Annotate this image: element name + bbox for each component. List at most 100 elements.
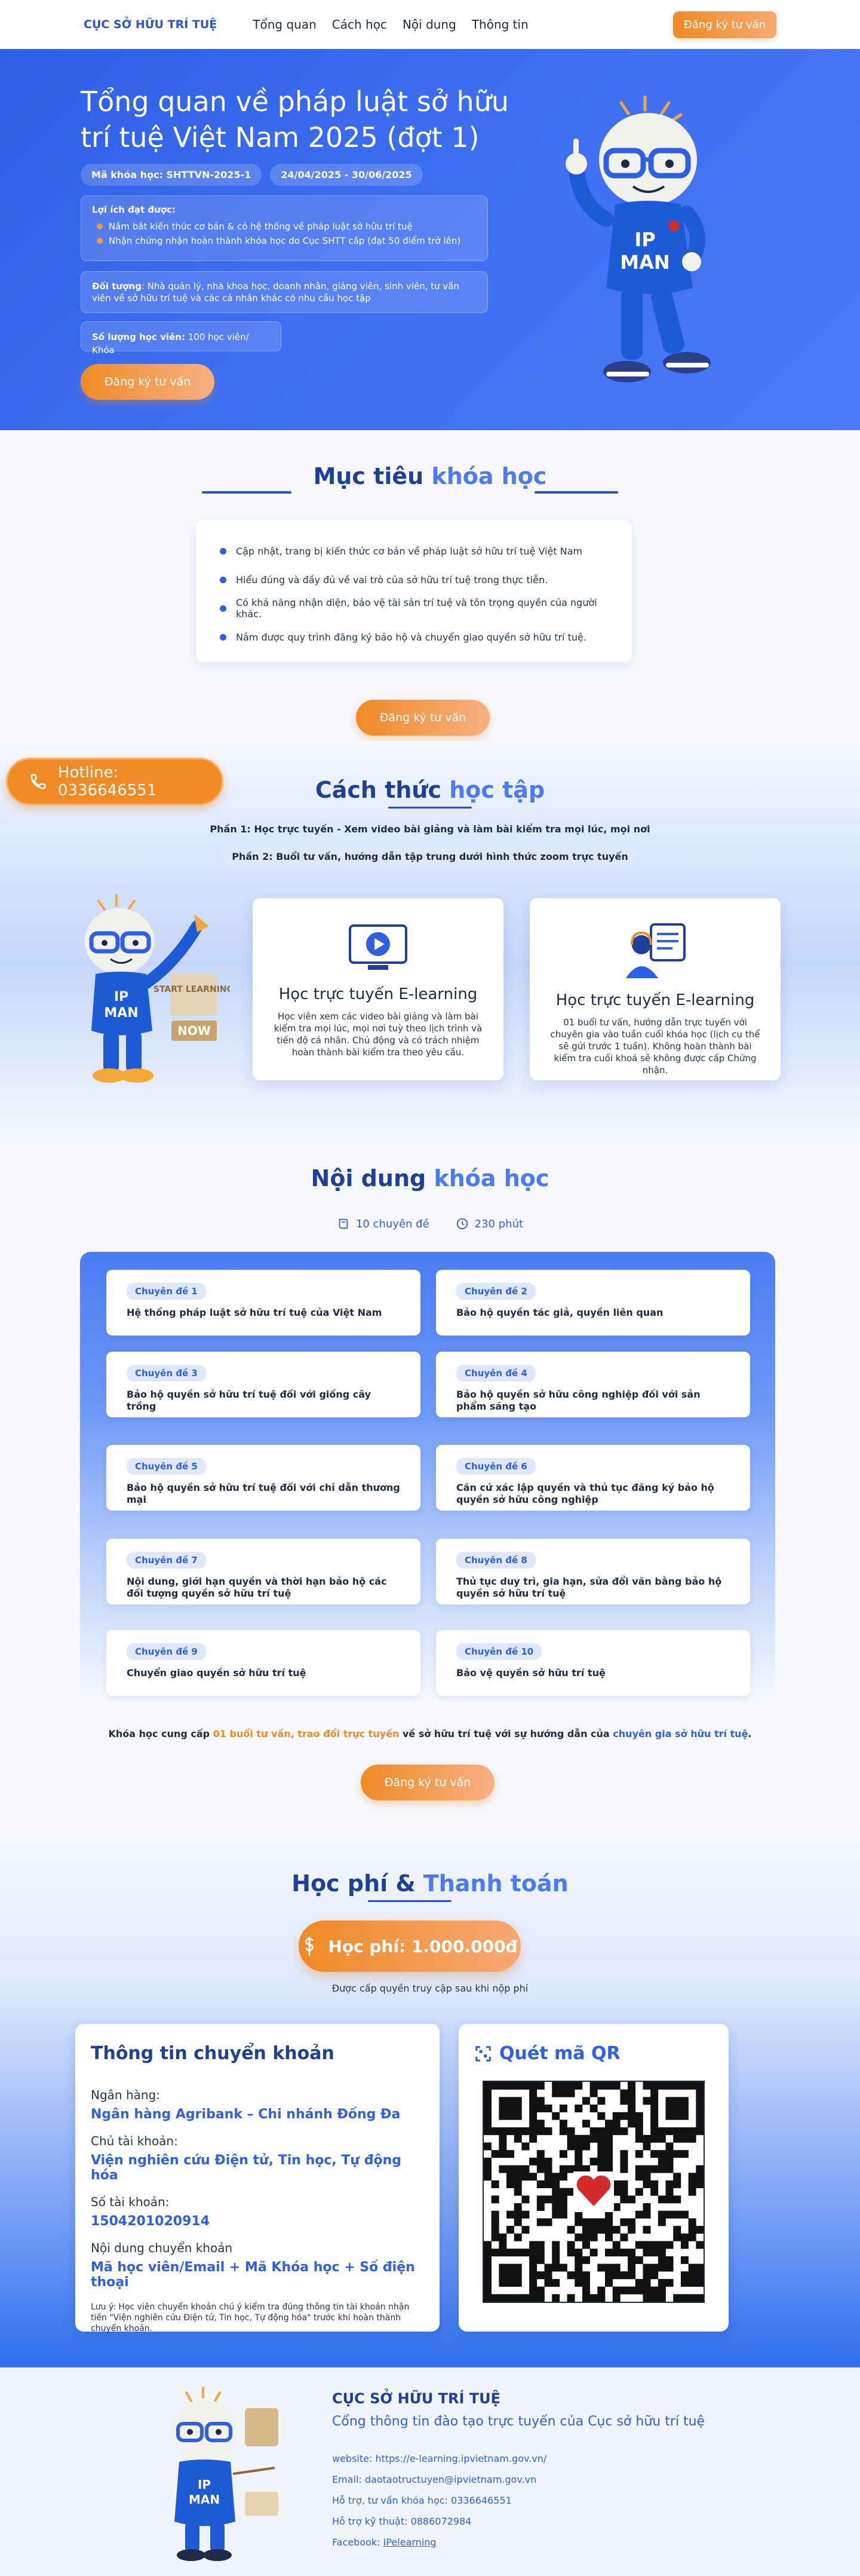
price-badge: Học phí: 1.000.000đ — [299, 1920, 521, 1972]
top-header: CỤC SỞ HỮU TRÍ TUỆ Tổng quan Cách học Nộ… — [0, 0, 860, 49]
start-learning-mascot: IP MAN START LEARNING NOW — [85, 894, 230, 1083]
goals-title: Mục tiêu khóa học — [313, 463, 547, 489]
phase-2-badge: Phần 2: Buổi tư vấn, hướng dẫn tập trung… — [0, 847, 860, 866]
hero-section: Tổng quan về pháp luật sở hữu trí tuệ Vi… — [0, 49, 860, 430]
topic-card[interactable]: Chuyên đề 5 Bảo hộ quyền sở hữu trí tuệ đ… — [106, 1445, 420, 1511]
goal-item: Nắm được quy trình đăng ký bảo hộ và chu… — [220, 623, 608, 651]
learning-card-title: Học trực tuyến E-learning — [555, 991, 755, 1009]
account-owner: Viện nghiên cứu Điện tử, Tin học, Tự độn… — [91, 2153, 402, 2183]
bullet-icon — [220, 605, 226, 612]
footer-support-phone[interactable]: Hỗ trợ, tư vấn khóa học: 0336646551 — [332, 2495, 512, 2506]
qr-card: Quét mã QR — [459, 2024, 729, 2332]
benefit-item: Nhận chứng nhận hoàn thành khóa học do C… — [97, 235, 477, 246]
goal-item: Cập nhật, trang bị kiến thức cơ bản về p… — [220, 537, 608, 565]
svg-text:NOW: NOW — [177, 1024, 211, 1038]
svg-text:IP: IP — [634, 228, 655, 251]
learning-card-text: 01 buổi tư vấn, hướng dẫn trực tuyến với… — [550, 1017, 760, 1076]
video-player-icon — [349, 924, 407, 970]
course-dates-chip: 24/04/2025 - 30/06/2025 — [270, 164, 423, 186]
learning-card-consult: Học trực tuyến E-learning 01 buổi tư vấn… — [530, 898, 781, 1080]
ipman-mascot-illustration: IP MAN — [566, 95, 711, 382]
nav-info[interactable]: Thông tin — [472, 17, 529, 32]
footer-subtitle: Cổng thông tin đào tạo trực tuyến của Cụ… — [332, 2414, 705, 2429]
content-title: Nội dung khóa học — [311, 1165, 549, 1191]
clock-icon — [456, 1218, 468, 1230]
nav-learning[interactable]: Cách học — [332, 17, 387, 32]
svg-text:START LEARNING: START LEARNING — [153, 985, 230, 994]
book-icon — [339, 1218, 348, 1229]
svg-text:IP: IP — [198, 2477, 211, 2492]
nav-overview[interactable]: Tổng quan — [253, 17, 316, 32]
nav-content[interactable]: Nội dung — [403, 17, 456, 32]
site-logo[interactable]: CỤC SỞ HỮU TRÍ TUỆ — [84, 18, 217, 31]
benefits-box: Lợi ích đạt được: Nắm bắt kiến thức cơ b… — [81, 195, 488, 261]
qr-card-title: Quét mã QR — [474, 2043, 713, 2064]
topic-card[interactable]: Chuyên đề 9 Chuyển giao quyền sở hữu trí … — [106, 1630, 420, 1696]
topic-card[interactable]: Chuyên đề 6 Căn cứ xác lập quyền và thủ t… — [436, 1445, 750, 1511]
account-number[interactable]: 1504201020914 — [91, 2214, 424, 2229]
bullet-icon — [220, 633, 226, 641]
goal-item: Hiểu đúng và đầy đủ về vai trò của sở hữ… — [220, 565, 608, 594]
topic-card[interactable]: Chuyên đề 10 Bảo vệ quyền sở hữu trí tuệ — [436, 1630, 750, 1696]
footer-email[interactable]: Email: daotaotructuyen@ipvietnam.gov.vn — [332, 2474, 536, 2485]
title-divider — [535, 491, 618, 494]
topics-count: 10 chuyên đề — [337, 1217, 429, 1230]
capacity-box: Số lượng học viên: 100 học viên/ Khóa — [81, 321, 281, 356]
footer-title: CỤC SỞ HỮU TRÍ TUỆ — [332, 2390, 501, 2407]
consultation-note: Khóa học cung cấp 01 buổi tư vấn, trao đ… — [108, 1728, 752, 1739]
dollar-icon — [305, 1937, 314, 1956]
benefits-title: Lợi ích đạt được: — [92, 204, 176, 215]
goals-register-button[interactable]: Đăng ký tư vấn — [356, 700, 490, 736]
title-divider — [368, 1900, 452, 1902]
header-register-button[interactable]: Đăng ký tư vấn — [673, 11, 776, 38]
transfer-memo: Mã học viên/Email + Mã Khóa học + Số điệ… — [91, 2260, 415, 2290]
bullet-icon — [97, 238, 103, 244]
topic-card[interactable]: Chuyên đề 2 Bảo hộ quyền tác giả, quyền l… — [436, 1270, 750, 1336]
bullet-icon — [97, 223, 103, 229]
footer-tech-phone[interactable]: Hỗ trợ kỹ thuật: 0886072984 — [332, 2516, 471, 2527]
hero-register-button[interactable]: Đăng ký tư vấn — [81, 364, 214, 400]
title-divider — [388, 807, 472, 808]
bullet-icon — [220, 576, 226, 583]
course-meta: 10 chuyên đề 230 phút — [0, 1217, 860, 1230]
footer-website[interactable]: website: https://e-learning.ipvietnam.go… — [332, 2453, 546, 2464]
bank-transfer-card: Thông tin chuyển khoản Ngân hàng: Ngân h… — [75, 2024, 440, 2333]
bank-name: Ngân hàng Agribank – Chi nhánh Đống Đa — [91, 2107, 401, 2122]
course-code-chip: Mã khóa học: SHTTVN-2025-1 — [81, 164, 262, 186]
online-consultant-icon — [626, 923, 686, 978]
svg-text:MAN: MAN — [104, 1006, 138, 1021]
svg-text:MAN: MAN — [189, 2492, 220, 2507]
goal-item: Có khả năng nhận diện, bảo vệ tài sản tr… — [220, 594, 608, 623]
goals-card: Cập nhật, trang bị kiến thức cơ bản về p… — [196, 520, 632, 662]
bank-card-title: Thông tin chuyển khoản — [91, 2043, 334, 2064]
duration: 230 phút — [456, 1217, 523, 1230]
title-divider — [202, 491, 291, 494]
hero-title: Tổng quan về pháp luật sở hữu trí tuệ Vi… — [81, 85, 509, 154]
phone-icon — [30, 774, 46, 789]
transfer-warning: Lưu ý: Học viên chuyển khoản chú ý kiểm … — [91, 2302, 410, 2333]
fees-title: Học phí & Thanh toán — [291, 1870, 569, 1897]
justice-mascot-illustration: IP MAN — [171, 2387, 278, 2561]
hotline-button[interactable]: Hotline: 0336646551 — [6, 758, 223, 805]
audience-box: Đối tượng: Nhà quản lý, nhà khoa học, do… — [81, 271, 488, 313]
phase-1-text: Phần 1: Học trực tuyến - Xem video bài g… — [210, 823, 650, 835]
topic-card[interactable]: Chuyên đề 7 Nội dung, giới hạn quyền và t… — [106, 1539, 420, 1604]
content-register-button[interactable]: Đăng ký tư vấn — [361, 1765, 494, 1800]
bullet-icon — [220, 547, 226, 555]
svg-text:IP: IP — [114, 990, 128, 1004]
learning-card-text: Học viên xem các video bài giảng và làm … — [274, 1011, 483, 1058]
payment-qr-code — [483, 2081, 705, 2303]
qr-scan-icon — [475, 2045, 491, 2062]
svg-text:MAN: MAN — [620, 251, 669, 274]
main-nav: Tổng quan Cách học Nội dung Thông tin — [253, 17, 528, 32]
learning-card-elearning: Học trực tuyến E-learning Học viên xem c… — [253, 898, 503, 1080]
topic-card[interactable]: Chuyên đề 4 Bảo hộ quyền sở hữu công nghi… — [436, 1352, 750, 1417]
topic-card[interactable]: Chuyên đề 1 Hệ thống pháp luật sở hữu trí… — [106, 1270, 420, 1336]
topics-panel: Chuyên đề 1 Hệ thống pháp luật sở hữu trí… — [80, 1252, 775, 1700]
topic-card[interactable]: Chuyên đề 8 Thủ tục duy trì, gia hạn, sửa… — [436, 1539, 750, 1604]
fees-subtitle: Được cấp quyền truy cập sau khi nộp phí — [331, 1983, 529, 1994]
topic-card[interactable]: Chuyên đề 3 Bảo hộ quyền sở hữu trí tuệ đ… — [106, 1352, 420, 1417]
learning-card-title: Học trực tuyến E-learning — [278, 985, 478, 1003]
footer-facebook: Facebook: IPelearning — [332, 2537, 437, 2548]
facebook-link[interactable]: IPelearning — [383, 2537, 437, 2548]
